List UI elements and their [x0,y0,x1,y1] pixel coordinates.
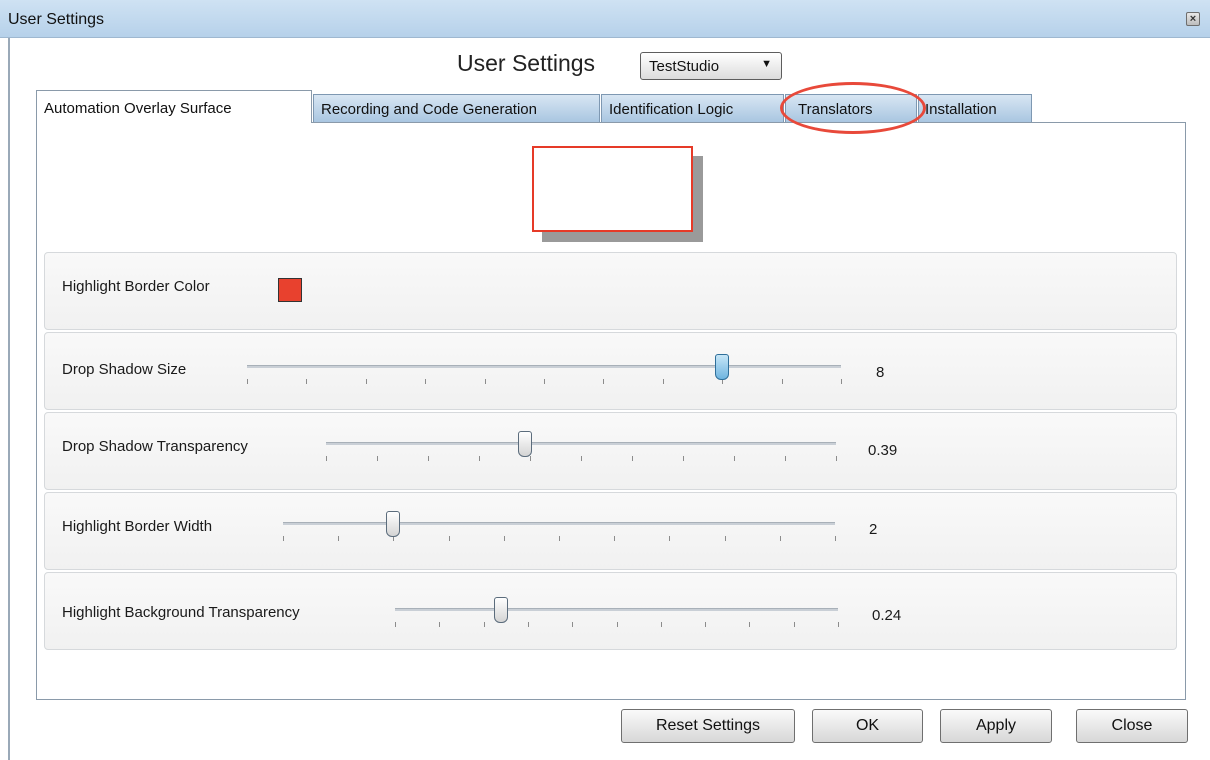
tab-automation-overlay-surface[interactable]: Automation Overlay Surface [36,90,312,123]
slider-tick [306,379,307,384]
slider-tick [485,379,486,384]
slider-tick [572,622,573,627]
slider-tick [794,622,795,627]
setting-row-border-color: Highlight Border Color [44,252,1177,330]
slider-tick [479,456,480,461]
page-title: User Settings [457,50,596,76]
slider-tick [247,379,248,384]
border-color-label: Highlight Border Color [62,278,210,295]
window-left-border [8,38,10,760]
slider-tick [836,456,837,461]
profile-dropdown[interactable]: TestStudio ▼ [640,52,782,80]
slider-track[interactable] [247,365,841,368]
shadow-size-value: 8 [876,364,885,381]
border-color-swatch[interactable] [278,278,302,302]
background-transparency-value: 0.24 [872,607,902,624]
close-icon: × [1189,13,1197,25]
window-titlebar: User Settings × [0,0,1210,38]
tab-identification-logic[interactable]: Identification Logic [601,94,784,122]
ok-button[interactable]: OK [812,709,923,743]
slider-tick [449,536,450,541]
slider-tick [614,536,615,541]
tab-label: Recording and Code Generation [321,101,537,118]
slider-tick [425,379,426,384]
shadow-size-label: Drop Shadow Size [62,361,187,378]
slider-tick [838,622,839,627]
slider-thumb[interactable] [494,597,508,623]
reset-settings-button[interactable]: Reset Settings [621,709,795,743]
slider-tick [603,379,604,384]
tab-label: Automation Overlay Surface [44,100,232,117]
background-transparency-label: Highlight Background Transparency [62,604,300,621]
slider-tick [439,622,440,627]
tab-installation[interactable]: Installation [918,94,1032,122]
slider-tick [780,536,781,541]
slider-track[interactable] [395,608,838,611]
profile-dropdown-value: TestStudio [649,58,720,75]
apply-button[interactable]: Apply [940,709,1052,743]
slider-thumb[interactable] [518,431,532,457]
slider-track[interactable] [326,442,836,445]
setting-row-background-transparency: Highlight Background Transparency 0.24 [44,572,1177,650]
slider-tick [528,622,529,627]
slider-tick [749,622,750,627]
tab-recording-code-generation[interactable]: Recording and Code Generation [313,94,600,122]
slider-tick [283,536,284,541]
slider-tick [669,536,670,541]
chevron-down-icon: ▼ [761,58,772,70]
slider-tick [326,456,327,461]
slider-tick [632,456,633,461]
slider-tick [841,379,842,384]
slider-tick [663,379,664,384]
slider-tick [484,622,485,627]
window-close-button[interactable]: × [1186,12,1200,26]
tab-label: Identification Logic [609,101,734,118]
slider-tick [581,456,582,461]
setting-row-shadow-size: Drop Shadow Size 8 [44,332,1177,410]
slider-tick [725,536,726,541]
tab-label: Installation [925,101,997,118]
border-width-value: 2 [869,521,878,538]
slider-thumb[interactable] [386,511,400,537]
settings-panel: Highlight Border Color Drop Shadow Size … [36,122,1186,700]
setting-row-shadow-transparency: Drop Shadow Transparency 0.39 [44,412,1177,490]
slider-tick [734,456,735,461]
slider-tick [785,456,786,461]
slider-track[interactable] [283,522,835,525]
slider-tick [617,622,618,627]
slider-tick [683,456,684,461]
shadow-transparency-value: 0.39 [868,442,898,459]
highlight-preview [532,146,693,232]
slider-tick [504,536,505,541]
slider-tick [544,379,545,384]
slider-tick [661,622,662,627]
border-width-label: Highlight Border Width [62,518,213,535]
slider-tick [338,536,339,541]
slider-tick [377,456,378,461]
slider-tick [705,622,706,627]
slider-tick [395,622,396,627]
shadow-transparency-label: Drop Shadow Transparency [62,438,248,455]
slider-tick [366,379,367,384]
slider-tick [530,456,531,461]
slider-thumb[interactable] [715,354,729,380]
close-button[interactable]: Close [1076,709,1188,743]
setting-row-border-width: Highlight Border Width 2 [44,492,1177,570]
slider-tick [428,456,429,461]
window-title: User Settings [8,11,105,28]
slider-tick [782,379,783,384]
slider-tick [835,536,836,541]
translators-highlight-circle [780,82,926,134]
slider-tick [559,536,560,541]
